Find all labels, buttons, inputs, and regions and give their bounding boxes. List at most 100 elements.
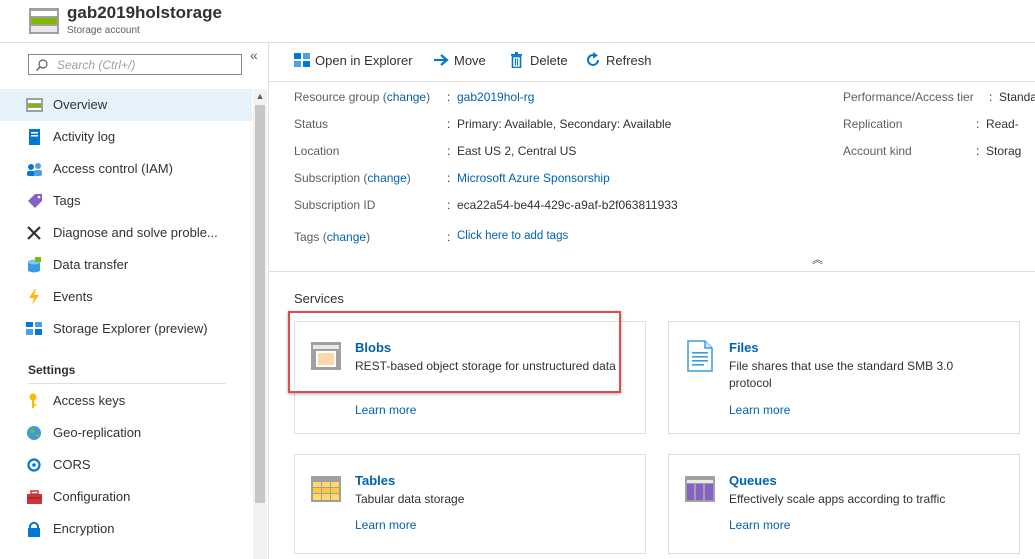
status-value: Primary: Available, Secondary: Available	[457, 117, 672, 131]
blobs-learn-more-link[interactable]: Learn more	[355, 403, 416, 417]
colon: :	[447, 144, 451, 158]
sidebar-item-geo-replication[interactable]: Geo-replication	[0, 417, 252, 449]
sidebar-item-label: CORS	[53, 457, 91, 472]
table-icon	[311, 476, 341, 502]
subscription-label: Subscription (change)	[294, 171, 411, 185]
sidebar-scrollbar[interactable]: ▲	[253, 89, 267, 559]
lock-icon	[28, 521, 40, 537]
wrench-icon	[27, 226, 41, 240]
sidebar-item-label: Geo-replication	[53, 425, 142, 440]
sidebar-item-activity-log[interactable]: Activity log	[0, 121, 252, 153]
tables-description: Tabular data storage	[355, 492, 465, 506]
subscription-id-label: Subscription ID	[294, 198, 376, 212]
blob-icon	[311, 342, 341, 370]
explorer-icon	[294, 53, 310, 67]
open-in-explorer-button[interactable]: Open in Explorer	[294, 50, 419, 72]
sidebar: « Overview Activity log Access control (…	[0, 43, 269, 559]
subscription-change-link[interactable]: change	[367, 171, 406, 185]
sidebar-item-overview[interactable]: Overview	[0, 89, 252, 121]
colon: :	[976, 117, 980, 131]
toolbox-icon	[27, 490, 42, 504]
arrow-right-icon	[434, 54, 449, 66]
toolbar-divider	[269, 81, 1035, 82]
subscription-link[interactable]: Microsoft Azure Sponsorship	[457, 171, 610, 185]
sidebar-item-label: Diagnose and solve proble...	[53, 225, 218, 240]
sidebar-item-storage-explorer[interactable]: Storage Explorer (preview)	[0, 313, 252, 345]
blade-header: gab2019holstorage Storage account	[0, 0, 1035, 43]
lightning-icon	[29, 289, 39, 305]
sidebar-item-cors[interactable]: CORS	[0, 449, 252, 481]
tables-title[interactable]: Tables	[355, 473, 395, 488]
sidebar-item-tags[interactable]: Tags	[0, 185, 252, 217]
sidebar-item-events[interactable]: Events	[0, 281, 252, 313]
page-subtitle: Storage account	[67, 25, 140, 36]
resource-group-change-link[interactable]: change	[387, 90, 426, 104]
files-learn-more-link[interactable]: Learn more	[729, 403, 790, 417]
overview-icon	[26, 98, 43, 112]
refresh-button[interactable]: Refresh	[585, 50, 655, 72]
replication-value: Read-	[986, 117, 1019, 131]
queues-learn-more-link[interactable]: Learn more	[729, 518, 790, 532]
collapse-sidebar-button[interactable]: «	[250, 47, 258, 63]
iam-icon	[27, 163, 42, 176]
search-input[interactable]	[57, 57, 235, 72]
collapse-essentials-icon[interactable]: ︽	[812, 251, 823, 267]
colon: :	[447, 230, 451, 244]
search-icon	[36, 59, 48, 71]
colon: :	[447, 117, 451, 131]
globe-icon	[27, 426, 41, 440]
replication-label: Replication	[843, 117, 903, 131]
blobs-title[interactable]: Blobs	[355, 340, 391, 355]
account-kind-value: Storag	[986, 144, 1022, 158]
move-label: Move	[454, 53, 486, 68]
resource-group-label: Resource group (change)	[294, 90, 431, 104]
search-box[interactable]	[28, 54, 242, 75]
sidebar-item-label: Tags	[53, 193, 81, 208]
tables-learn-more-link[interactable]: Learn more	[355, 518, 416, 532]
scroll-up-arrow[interactable]: ▲	[253, 89, 267, 103]
storage-explorer-icon	[26, 322, 42, 335]
sidebar-item-iam[interactable]: Access control (IAM)	[0, 153, 252, 185]
service-card-queues[interactable]: Queues Effectively scale apps according …	[668, 454, 1020, 554]
account-kind-label: Account kind	[843, 144, 912, 158]
sidebar-item-label: Storage Explorer (preview)	[53, 321, 208, 336]
subscription-id-value: eca22a54-be44-429c-a9af-b2f063811933	[457, 198, 678, 212]
scrollbar-thumb[interactable]	[255, 105, 265, 503]
colon: :	[976, 144, 980, 158]
sidebar-item-data-transfer[interactable]: Data transfer	[0, 249, 252, 281]
tag-icon	[28, 194, 42, 208]
move-button[interactable]: Move	[433, 50, 493, 72]
services-header: Services	[294, 291, 344, 306]
files-title[interactable]: Files	[729, 340, 759, 355]
sidebar-item-diagnose[interactable]: Diagnose and solve proble...	[0, 217, 252, 249]
status-label: Status	[294, 117, 329, 131]
location-label: Location	[294, 144, 340, 158]
sidebar-item-label: Configuration	[53, 489, 131, 504]
service-card-files[interactable]: Files File shares that use the standard …	[668, 321, 1020, 434]
essentials-divider	[269, 271, 1035, 272]
trash-icon	[511, 52, 522, 68]
queues-title[interactable]: Queues	[729, 473, 777, 488]
sidebar-item-label: Events	[53, 289, 93, 304]
refresh-icon	[587, 52, 599, 66]
refresh-label: Refresh	[606, 53, 652, 68]
service-card-blobs[interactable]: Blobs REST-based object storage for unst…	[294, 321, 646, 434]
colon: :	[989, 90, 993, 104]
tags-label: Tags (change)	[294, 230, 371, 244]
main-content: Open in Explorer Move Delete Refresh Res…	[269, 43, 1035, 559]
delete-label: Delete	[530, 53, 568, 68]
sidebar-item-encryption[interactable]: Encryption	[0, 513, 252, 545]
file-icon	[687, 340, 713, 372]
queues-description: Effectively scale apps according to traf…	[729, 492, 946, 506]
service-card-tables[interactable]: Tables Tabular data storage Learn more	[294, 454, 646, 554]
resource-group-link[interactable]: gab2019hol-rg	[457, 90, 534, 104]
delete-button[interactable]: Delete	[509, 50, 571, 72]
open-in-explorer-label: Open in Explorer	[315, 53, 413, 68]
storage-account-icon	[29, 8, 59, 34]
add-tags-link[interactable]: Click here to add tags	[457, 230, 568, 242]
sidebar-item-access-keys[interactable]: Access keys	[0, 385, 252, 417]
sidebar-item-label: Encryption	[53, 521, 115, 536]
tags-change-link[interactable]: change	[327, 230, 366, 244]
sidebar-item-configuration[interactable]: Configuration	[0, 481, 252, 513]
sidebar-item-label: Access keys	[53, 393, 126, 408]
